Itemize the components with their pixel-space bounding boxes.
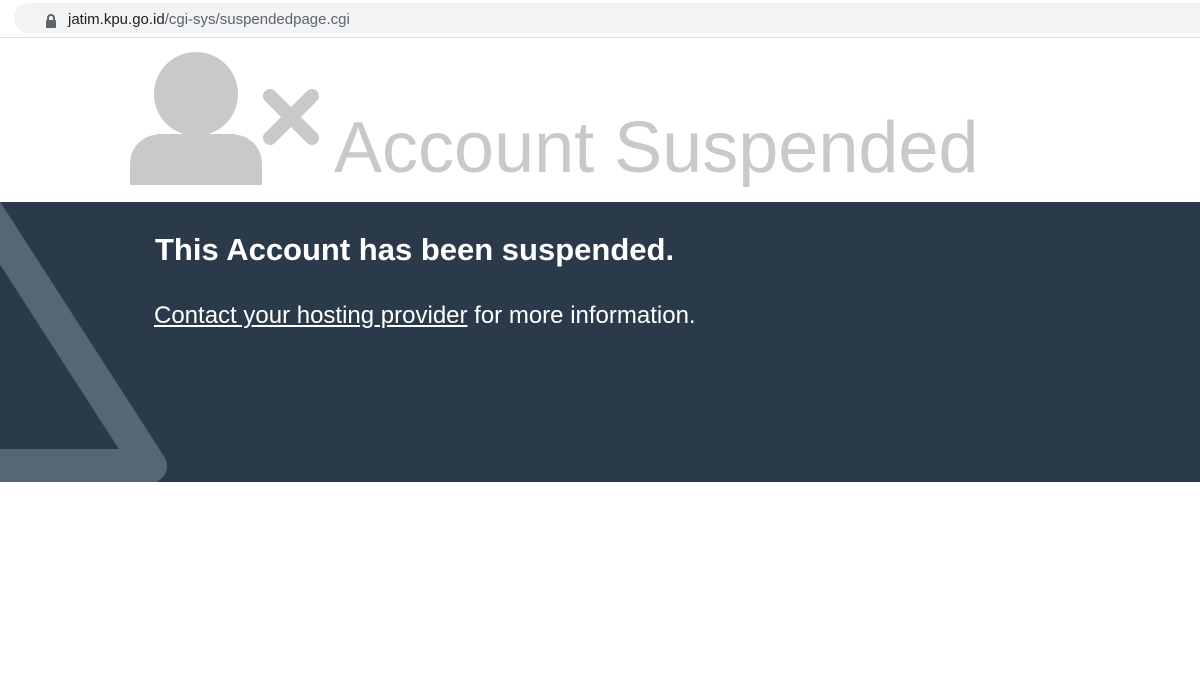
browser-address-bar: jatim.kpu.go.id/cgi-sys/suspendedpage.cg… xyxy=(0,0,1200,38)
url-path: /cgi-sys/suspendedpage.cgi xyxy=(164,11,350,28)
url-host: jatim.kpu.go.id xyxy=(68,11,165,28)
url-text: jatim.kpu.go.id/cgi-sys/suspendedpage.cg… xyxy=(68,11,350,28)
contact-hosting-link[interactable]: Contact your hosting provider xyxy=(154,302,468,329)
suspension-heading: This Account has been suspended. xyxy=(155,232,675,267)
user-icon xyxy=(130,52,262,185)
page-title: Account Suspended xyxy=(334,108,979,188)
url-field[interactable]: jatim.kpu.go.id/cgi-sys/suspendedpage.cg… xyxy=(14,3,1200,33)
message-suffix: for more information. xyxy=(467,302,696,329)
close-icon xyxy=(263,89,319,145)
suspension-message: Contact your hosting provider for more i… xyxy=(154,302,696,330)
lock-icon[interactable] xyxy=(44,13,58,29)
suspension-banner: This Account has been suspended. Contact… xyxy=(0,202,1200,482)
